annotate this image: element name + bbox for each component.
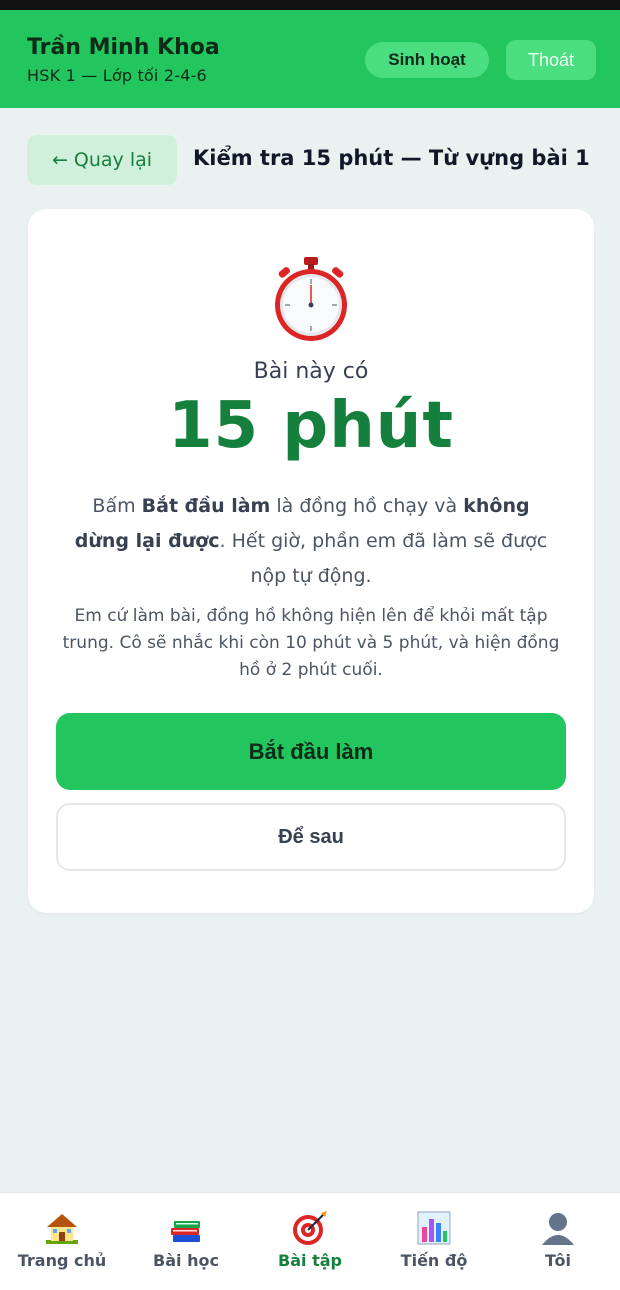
- activity-button[interactable]: Sinh hoạt: [365, 42, 489, 78]
- nav-item-exercises[interactable]: Bài tập: [248, 1193, 372, 1290]
- reminder-text: Em cứ làm bài, đồng hồ không hiện lên để…: [62, 606, 560, 680]
- test-intro-card: Bài này có 15 phút Bấm Bắt đầu làm là đồ…: [28, 209, 594, 913]
- back-label: Quay lại: [73, 149, 153, 171]
- nav-label-profile: Tôi: [545, 1251, 571, 1270]
- instructions-text-1: Bấm: [92, 495, 142, 517]
- nav-item-profile[interactable]: Tôi: [496, 1193, 620, 1290]
- nav-label-lessons: Bài học: [153, 1251, 219, 1270]
- bar-chart-icon: [417, 1211, 451, 1245]
- instructions-bold-1: Bắt đầu làm: [141, 495, 271, 517]
- app-header: Trần Minh Khoa HSK 1 — Lớp tối 2-4-6 Sin…: [0, 10, 620, 108]
- duration-caption: Bài này có: [253, 359, 369, 384]
- books-icon: [171, 1221, 200, 1242]
- back-button[interactable]: ← Quay lại: [27, 135, 177, 185]
- start-button[interactable]: Bắt đầu làm: [56, 713, 566, 790]
- target-icon: [293, 1211, 327, 1245]
- nav-label-exercises: Bài tập: [278, 1251, 342, 1270]
- user-name: Trần Minh Khoa: [27, 35, 220, 60]
- status-bar: [0, 0, 620, 10]
- nav-label-progress: Tiến độ: [400, 1251, 468, 1270]
- page-title: Kiểm tra 15 phút — Từ vựng bài 1: [193, 146, 590, 170]
- class-name: HSK 1 — Lớp tối 2-4-6: [27, 66, 207, 85]
- user-icon: [542, 1213, 574, 1245]
- nav-item-lessons[interactable]: Bài học: [124, 1193, 248, 1290]
- instructions-text-2: là đồng hồ chạy và: [270, 495, 464, 517]
- later-button[interactable]: Để sau: [56, 803, 566, 871]
- nav-item-home[interactable]: Trang chủ: [0, 1193, 124, 1290]
- nav-item-progress[interactable]: Tiến độ: [372, 1193, 496, 1290]
- nav-label-home: Trang chủ: [17, 1251, 107, 1270]
- arrow-left-icon: ←: [51, 149, 68, 171]
- logout-button[interactable]: Thoát: [506, 40, 596, 80]
- stopwatch-icon: [275, 257, 347, 341]
- bottom-nav: Trang chủ Bài học Bài tập Tiến độ Tôi: [0, 1192, 620, 1290]
- instructions-text: Bấm Bắt đầu làm là đồng hồ chạy và không…: [66, 489, 556, 594]
- duration-value: 15 phút: [168, 389, 454, 463]
- instructions-text-3: . Hết giờ, phần em đã làm sẽ được nộp tự…: [219, 530, 548, 587]
- house-icon: [46, 1214, 78, 1244]
